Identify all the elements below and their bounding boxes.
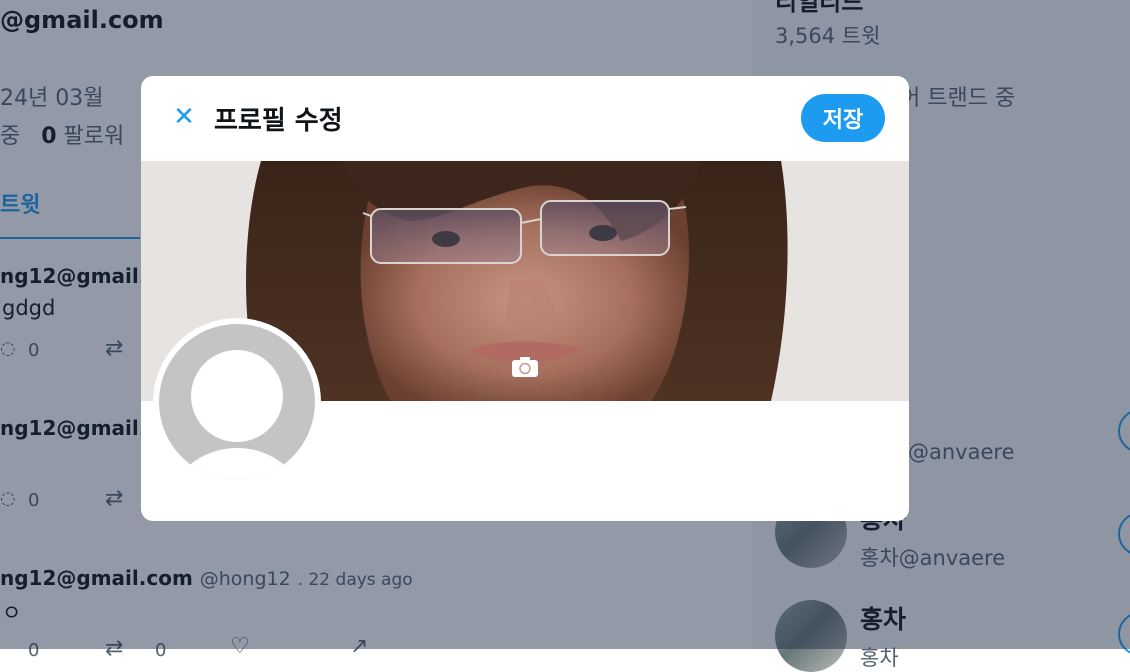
- avatar-body-shape: [169, 448, 305, 480]
- default-avatar-icon: [159, 324, 315, 480]
- camera-icon[interactable]: [511, 356, 539, 378]
- profile-avatar[interactable]: [153, 318, 321, 486]
- avatar-head-shape: [191, 350, 283, 442]
- edit-profile-modal: ✕ 프로필 수정 저장: [141, 76, 909, 521]
- close-icon[interactable]: ✕: [171, 104, 197, 130]
- save-button[interactable]: 저장: [801, 94, 885, 142]
- modal-title: 프로필 수정: [214, 106, 343, 136]
